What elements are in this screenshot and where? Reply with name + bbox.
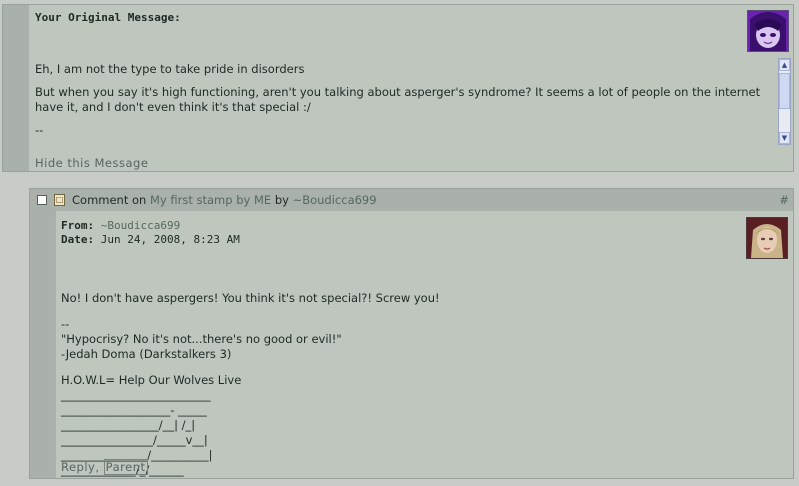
original-paragraph: Eh, I am not the type to take pride in d… <box>35 62 305 76</box>
comment-meta: From: ~Boudicca699 Date: Jun 24, 2008, 8… <box>61 219 240 247</box>
signature-line: -- <box>61 317 70 331</box>
howl-line: H.O.W.L= Help Our Wolves Live <box>61 373 242 387</box>
comment-actions: Reply, Parent <box>61 459 148 475</box>
comment-header-line: Comment on My first stamp by ME by ~Boud… <box>72 189 377 211</box>
deviation-link[interactable]: My first stamp by ME <box>150 193 271 207</box>
comment-body: From: ~Boudicca699 Date: Jun 24, 2008, 8… <box>55 211 793 478</box>
arrow-down-icon[interactable]: ▼ <box>779 132 790 144</box>
scrollbar-thumb[interactable] <box>779 73 790 109</box>
message-scrollbar[interactable]: ▲ ▼ <box>778 58 791 145</box>
comment-text: No! I don't have aspergers! You think it… <box>61 291 440 478</box>
original-paragraph: -- <box>35 123 44 137</box>
hide-message-link[interactable]: Hide this Message <box>35 156 148 170</box>
comment-select-checkbox[interactable] <box>37 195 47 205</box>
reply-link[interactable]: Reply, <box>61 460 100 474</box>
comment-by-word: by <box>274 193 289 207</box>
from-value[interactable]: ~Boudicca699 <box>101 219 180 232</box>
commenter-avatar[interactable] <box>746 217 788 259</box>
comment-message: No! I don't have aspergers! You think it… <box>61 291 440 305</box>
date-label: Date: <box>61 233 95 246</box>
original-message-text: Eh, I am not the type to take pride in d… <box>35 62 765 146</box>
original-author-avatar[interactable] <box>747 10 789 52</box>
comment-type-icon: □ <box>54 194 65 206</box>
ascii-art-line: ___________________- _____ <box>61 403 207 417</box>
comment-author-link[interactable]: ~Boudicca699 <box>293 193 377 207</box>
ascii-art-line: __________________________ <box>61 388 211 402</box>
comment-header: □ Comment on My first stamp by ME by ~Bo… <box>30 189 793 211</box>
parent-link[interactable]: Parent <box>103 459 148 475</box>
arrow-up-icon[interactable]: ▲ <box>779 59 790 71</box>
signature-line: -Jedah Doma (Darkstalkers 3) <box>61 347 232 361</box>
comment-panel: □ Comment on My first stamp by ME by ~Bo… <box>29 188 794 479</box>
comment-on-word: on <box>132 193 147 207</box>
original-message-panel: Your Original Message: Eh, I am not the … <box>2 4 794 172</box>
ascii-art-line: ________________/_____v__| <box>61 433 208 447</box>
comment-prefix: Comment <box>72 193 129 207</box>
original-paragraph: But when you say it's high functioning, … <box>35 85 761 114</box>
original-message-body: Your Original Message: Eh, I am not the … <box>28 5 793 171</box>
signature-line: "Hypocrisy? No it's not...there's no goo… <box>61 332 342 346</box>
original-message-title: Your Original Message: <box>35 11 181 24</box>
ascii-art-line: _________________/__| /_| <box>61 418 196 432</box>
comment-permalink[interactable]: # <box>779 189 789 211</box>
from-label: From: <box>61 219 95 232</box>
date-value: Jun 24, 2008, 8:23 AM <box>100 233 240 246</box>
